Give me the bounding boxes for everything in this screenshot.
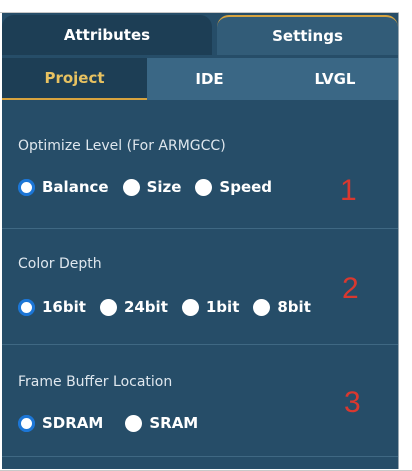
properties-panel: Attributes Settings Project IDE LVGL Opt… — [2, 13, 398, 469]
radio-24bit[interactable] — [99, 298, 117, 316]
optimize-level-label: Optimize Level (For ARMGCC) — [18, 138, 226, 154]
radio-1bit-label[interactable]: 1bit — [206, 298, 240, 316]
subtab-lvgl[interactable]: LVGL — [272, 58, 398, 100]
radio-balance-label[interactable]: Balance — [42, 178, 109, 196]
radio-sdram[interactable] — [18, 414, 35, 432]
radio-sram[interactable] — [125, 414, 143, 432]
subtab-bar: Project IDE LVGL — [2, 58, 398, 100]
color-depth-section: Color Depth 16bit 24bit 1bit 8bit 2 — [2, 228, 398, 345]
radio-1bit[interactable] — [181, 298, 199, 316]
tab-attributes[interactable]: Attributes — [2, 15, 212, 55]
marker-2: 2 — [342, 272, 359, 305]
radio-8bit-label[interactable]: 8bit — [277, 298, 311, 316]
radio-16bit-label[interactable]: 16bit — [42, 298, 86, 316]
frame-buffer-section: Frame Buffer Location SDRAM SRAM 3 — [2, 344, 398, 457]
radio-size[interactable] — [122, 178, 140, 196]
optimize-level-options: Balance Size Speed — [18, 178, 272, 196]
marker-3: 3 — [344, 386, 361, 419]
radio-24bit-label[interactable]: 24bit — [124, 298, 168, 316]
color-depth-options: 16bit 24bit 1bit 8bit — [18, 298, 311, 316]
marker-1: 1 — [340, 174, 357, 207]
frame-buffer-options: SDRAM SRAM — [18, 414, 198, 432]
frame-buffer-label: Frame Buffer Location — [18, 374, 173, 390]
window-edge — [399, 0, 412, 471]
radio-sram-label[interactable]: SRAM — [149, 414, 198, 432]
radio-speed-label[interactable]: Speed — [219, 178, 272, 196]
optimize-level-section: Optimize Level (For ARMGCC) Balance Size… — [2, 100, 398, 229]
subtab-project[interactable]: Project — [2, 58, 147, 100]
radio-16bit[interactable] — [18, 298, 35, 316]
radio-speed[interactable] — [195, 178, 213, 196]
subtab-ide[interactable]: IDE — [147, 58, 272, 100]
radio-size-label[interactable]: Size — [147, 178, 182, 196]
radio-balance[interactable] — [18, 178, 35, 196]
tab-settings[interactable]: Settings — [217, 15, 398, 55]
panel-right-border — [398, 13, 399, 469]
color-depth-label: Color Depth — [18, 256, 102, 272]
radio-sdram-label[interactable]: SDRAM — [42, 414, 103, 432]
radio-8bit[interactable] — [253, 298, 271, 316]
